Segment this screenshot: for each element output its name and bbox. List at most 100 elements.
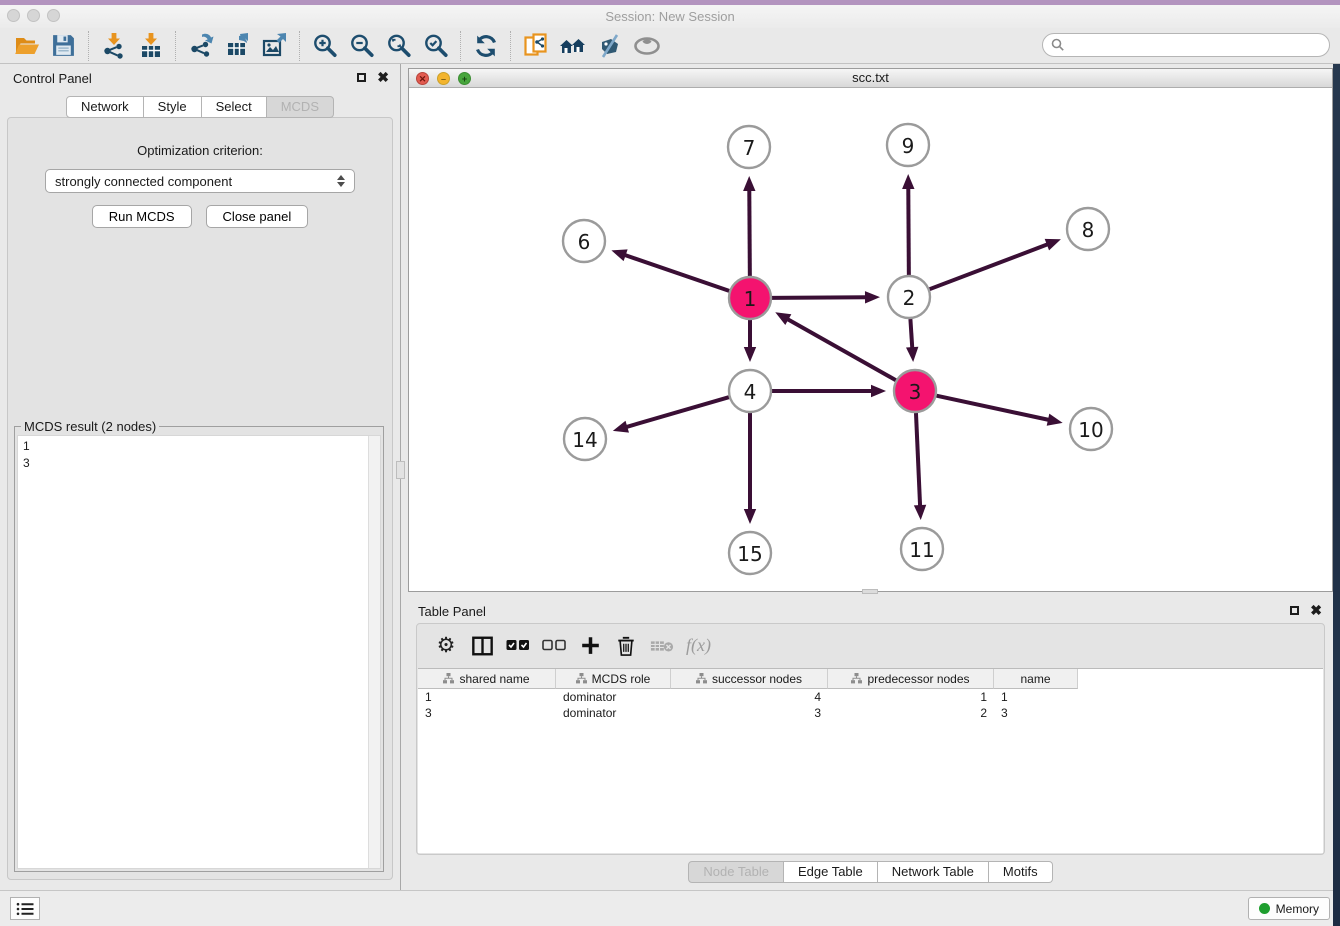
network-window-titlebar[interactable]: ✕ – + scc.txt (409, 69, 1332, 88)
apply-layout-icon[interactable] (467, 31, 504, 61)
table-cell[interactable]: 3 (671, 706, 828, 720)
zoom-fit-icon[interactable] (380, 31, 417, 61)
close-panel-icon[interactable]: ✖ (377, 72, 389, 82)
tab-network[interactable]: Network (66, 96, 144, 118)
criterion-dropdown[interactable]: strongly connected component (45, 169, 355, 193)
table-cell[interactable]: 1 (994, 690, 1078, 704)
close-panel-button[interactable]: Close panel (206, 205, 309, 228)
export-table-icon[interactable] (219, 31, 256, 61)
select-all-columns-icon[interactable] (506, 633, 530, 659)
table-cell[interactable]: 3 (418, 706, 556, 720)
export-image-icon[interactable] (256, 31, 293, 61)
graph-node-7[interactable]: 7 (728, 126, 770, 168)
float-table-panel-icon[interactable] (1290, 606, 1299, 615)
control-panel-title: Control Panel (13, 71, 92, 86)
graph-node-4[interactable]: 4 (729, 370, 771, 412)
column-label: predecessor nodes (867, 672, 969, 686)
neighbors-icon[interactable] (554, 31, 591, 61)
deselect-all-columns-icon[interactable] (542, 633, 566, 659)
column-layout-icon[interactable] (470, 633, 494, 659)
graph-edge-2-3[interactable] (910, 319, 912, 349)
control-panel: Control Panel ✖ NetworkStyleSelectMCDS O… (0, 64, 401, 890)
tab-mcds[interactable]: MCDS (267, 96, 334, 118)
graph-edge-2-8[interactable] (930, 244, 1049, 289)
table-row[interactable]: 3dominator323 (418, 705, 1323, 721)
graph-node-9[interactable]: 9 (887, 124, 929, 166)
delete-column-icon[interactable] (614, 633, 638, 659)
tab-style[interactable]: Style (144, 96, 202, 118)
tab-select[interactable]: Select (202, 96, 267, 118)
table-cell[interactable]: 2 (828, 706, 994, 720)
tab-node-table[interactable]: Node Table (688, 861, 784, 883)
table-cell[interactable]: 1 (828, 690, 994, 704)
delete-table-icon[interactable] (650, 633, 674, 659)
save-session-icon[interactable] (45, 31, 82, 61)
graph-edge-1-6[interactable] (624, 255, 729, 291)
open-session-icon[interactable] (8, 31, 45, 61)
graph-edge-3-1[interactable] (787, 319, 896, 381)
import-table-icon[interactable] (132, 31, 169, 61)
graph-node-10[interactable]: 10 (1070, 408, 1112, 450)
graph-edge-3-11[interactable] (916, 413, 920, 507)
table-cell[interactable]: dominator (556, 706, 671, 720)
import-network-icon[interactable] (95, 31, 132, 61)
graph-node-14[interactable]: 14 (564, 418, 606, 460)
graph-edge-arrowhead (914, 505, 926, 520)
close-table-panel-icon[interactable]: ✖ (1310, 605, 1322, 615)
search-input[interactable] (1070, 35, 1329, 55)
table-cell[interactable]: 4 (671, 690, 828, 704)
graph-node-6[interactable]: 6 (563, 220, 605, 262)
column-tree-icon (576, 673, 587, 684)
graph-edge-3-10[interactable] (937, 396, 1050, 420)
splitter-grip-horizontal[interactable] (862, 589, 878, 594)
mcds-result-line: 3 (23, 455, 375, 472)
hide-labels-icon[interactable] (591, 31, 628, 61)
export-network-icon[interactable] (182, 31, 219, 61)
graph-edge-4-14[interactable] (625, 397, 729, 427)
table-row[interactable]: 1dominator411 (418, 689, 1323, 705)
table-cell[interactable]: 3 (994, 706, 1078, 720)
network-graph[interactable]: 7 9 6 8 1 2 4 3 14 10 15 11 (409, 88, 1332, 591)
graph-edge-1-7[interactable] (749, 189, 750, 276)
graph-node-8[interactable]: 8 (1067, 208, 1109, 250)
graph-node-2[interactable]: 2 (888, 276, 930, 318)
mcds-tab-content: Optimization criterion: strongly connect… (7, 117, 393, 880)
zoom-in-icon[interactable] (306, 31, 343, 61)
task-history-button[interactable] (10, 897, 40, 920)
column-header-shared-name[interactable]: shared name (418, 669, 556, 689)
column-header-name[interactable]: name (994, 669, 1078, 689)
network-close-button[interactable]: ✕ (416, 72, 429, 85)
tab-edge-table[interactable]: Edge Table (784, 861, 878, 883)
clone-network-icon[interactable] (517, 31, 554, 61)
result-scrollbar[interactable] (368, 436, 380, 868)
show-details-icon[interactable] (628, 31, 665, 61)
table-settings-icon[interactable]: ⚙ (434, 633, 458, 659)
table-cell[interactable]: 1 (418, 690, 556, 704)
network-maximize-button[interactable]: + (458, 72, 471, 85)
graph-node-1[interactable]: 1 (729, 277, 771, 319)
mcds-result-area[interactable]: 13 (17, 435, 381, 869)
graph-edge-arrowhead (1047, 414, 1063, 426)
table-cell[interactable]: dominator (556, 690, 671, 704)
memory-button[interactable]: Memory (1248, 897, 1330, 920)
float-panel-icon[interactable] (357, 73, 366, 82)
search-box[interactable] (1042, 33, 1330, 57)
zoom-selected-icon[interactable] (417, 31, 454, 61)
splitter-grip-vertical[interactable] (396, 461, 405, 479)
column-header-mcds-role[interactable]: MCDS role (556, 669, 671, 689)
column-header-successor-nodes[interactable]: successor nodes (671, 669, 828, 689)
graph-node-11[interactable]: 11 (901, 528, 943, 570)
column-header-predecessor-nodes[interactable]: predecessor nodes (828, 669, 994, 689)
tab-motifs[interactable]: Motifs (989, 861, 1053, 883)
network-minimize-button[interactable]: – (437, 72, 450, 85)
graph-edge-1-2[interactable] (772, 297, 867, 298)
zoom-out-icon[interactable] (343, 31, 380, 61)
tab-network-table[interactable]: Network Table (878, 861, 989, 883)
add-column-icon[interactable] (578, 633, 602, 659)
function-builder-icon[interactable]: f(x) (686, 633, 711, 659)
graph-node-3[interactable]: 3 (894, 370, 936, 412)
run-mcds-button[interactable]: Run MCDS (92, 205, 192, 228)
graph-node-15[interactable]: 15 (729, 532, 771, 574)
graph-edge-2-9[interactable] (908, 187, 909, 275)
network-view-window: ✕ – + scc.txt 7 9 6 8 1 2 4 3 14 10 15 11 (408, 68, 1333, 592)
